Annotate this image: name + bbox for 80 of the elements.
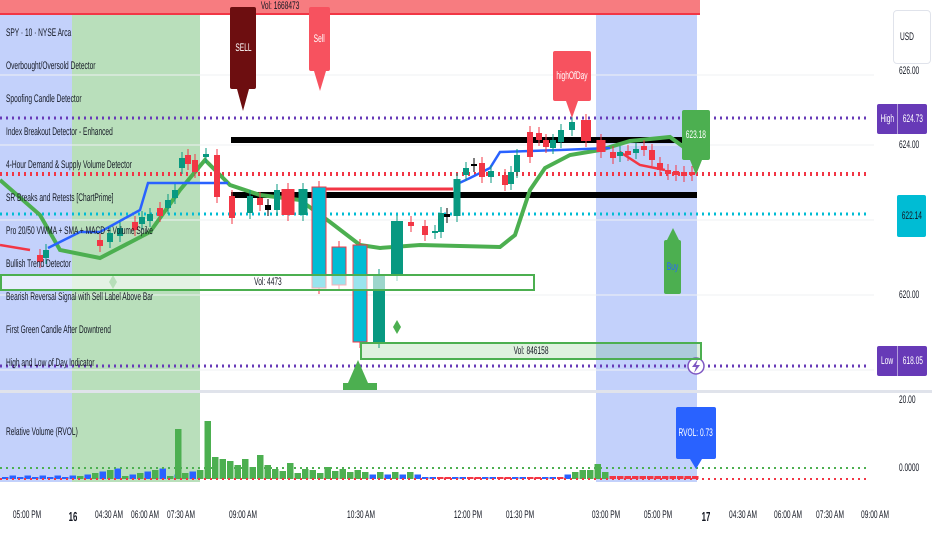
time-tick: 09:00 AM xyxy=(861,510,889,521)
rvol-label: RVOL: 0.73 xyxy=(676,407,716,469)
indicator-name[interactable]: Overbought/Oversold Detector xyxy=(6,61,96,72)
indicator-name[interactable]: 4-Hour Demand & Supply Volume Detector xyxy=(6,160,132,171)
indicator-name[interactable]: Relative Volume (RVOL) xyxy=(6,427,78,438)
price-tick: 626.00 xyxy=(899,66,920,77)
candlestick xyxy=(581,114,591,148)
candlestick xyxy=(641,140,647,156)
time-tick: 12:00 PM xyxy=(454,510,482,521)
diamond-icon xyxy=(109,275,117,289)
signal-label: Sell xyxy=(309,7,330,91)
indicator-name[interactable]: High and Low of Day Indicator xyxy=(6,358,94,369)
candlestick xyxy=(471,158,477,172)
candlestick xyxy=(596,134,606,158)
currency-button[interactable]: USD xyxy=(893,10,931,64)
candlestick xyxy=(625,144,631,162)
candlestick xyxy=(257,192,263,212)
price-tick: 624.00 xyxy=(899,140,920,151)
candlestick xyxy=(391,214,403,282)
time-tick: 04:30 AM xyxy=(95,510,123,521)
candlestick xyxy=(665,164,671,180)
candlestick xyxy=(332,240,346,292)
indicator-name[interactable]: Spoofing Candle Detector xyxy=(6,94,82,105)
candlestick xyxy=(673,164,679,182)
candlestick xyxy=(488,164,494,184)
indicator-name[interactable]: Bearish Reversal Signal with Sell Label Above Bar xyxy=(6,292,154,303)
price-tick: 620.00 xyxy=(899,290,920,301)
time-tick: 06:00 AM xyxy=(774,510,802,521)
price-marker: 622.14 xyxy=(897,195,926,237)
candlestick xyxy=(479,156,485,184)
time-tick: 09:00 AM xyxy=(229,510,257,521)
candlestick xyxy=(265,198,271,216)
candlestick xyxy=(454,172,460,222)
candlestick xyxy=(527,126,533,164)
candlestick xyxy=(408,216,414,232)
volume-zone: Vol: 4473 xyxy=(0,274,535,291)
candlestick xyxy=(681,166,687,182)
time-tick: 05:00 PM xyxy=(644,510,672,521)
candlestick xyxy=(558,124,564,148)
candlestick xyxy=(298,182,308,222)
lightning-icon xyxy=(687,357,705,375)
time-tick: 06:00 AM xyxy=(131,510,159,521)
time-tick: 03:00 PM xyxy=(592,510,620,521)
time-tick: 07:30 AM xyxy=(167,510,195,521)
candlestick xyxy=(657,156,663,176)
signal-label: 623.18 xyxy=(682,110,710,175)
candlestick xyxy=(274,184,280,216)
time-tick: 05:00 PM xyxy=(12,510,42,521)
candlestick xyxy=(569,116,575,136)
candlestick xyxy=(229,190,235,224)
symbol-title: SPY · 10 · NYSE Arca xyxy=(6,28,72,39)
volume-tick: 20.00 xyxy=(899,395,916,406)
time-tick: 01:30 PM xyxy=(506,510,534,521)
diamond-icon xyxy=(393,320,401,334)
time-tick: 17 xyxy=(702,510,710,523)
time-tick: 10:30 AM xyxy=(347,510,375,521)
alert-banner: Vol: 1668473 xyxy=(0,0,700,15)
candlestick xyxy=(147,208,153,228)
candlestick xyxy=(463,162,469,182)
candlestick xyxy=(247,190,253,220)
candlestick xyxy=(282,182,294,222)
indicator-name[interactable]: Index Breakout Detector - Enhanced xyxy=(6,127,113,138)
candlestick xyxy=(97,234,103,252)
candlestick xyxy=(649,144,655,166)
candlestick xyxy=(689,166,695,182)
candlestick xyxy=(214,148,220,204)
time-tick: 04:30 AM xyxy=(729,510,757,521)
candlestick xyxy=(157,202,163,222)
indicator-name[interactable]: First Green Candle After Downtrend xyxy=(6,325,111,336)
volume-tick: 0.0000 xyxy=(899,463,920,474)
candlestick xyxy=(422,220,428,242)
time-tick: 07:30 AM xyxy=(816,510,844,521)
time-tick: 16 xyxy=(68,510,78,523)
signal-label: Buy xyxy=(664,228,681,294)
signal-label: SELL xyxy=(230,7,256,111)
up-arrow-marker-icon xyxy=(343,360,377,390)
candlestick xyxy=(633,142,639,160)
volume-zone: Vol: 846158 xyxy=(360,342,702,360)
signal-label: highOfDay xyxy=(553,51,591,118)
candlestick xyxy=(203,148,209,164)
